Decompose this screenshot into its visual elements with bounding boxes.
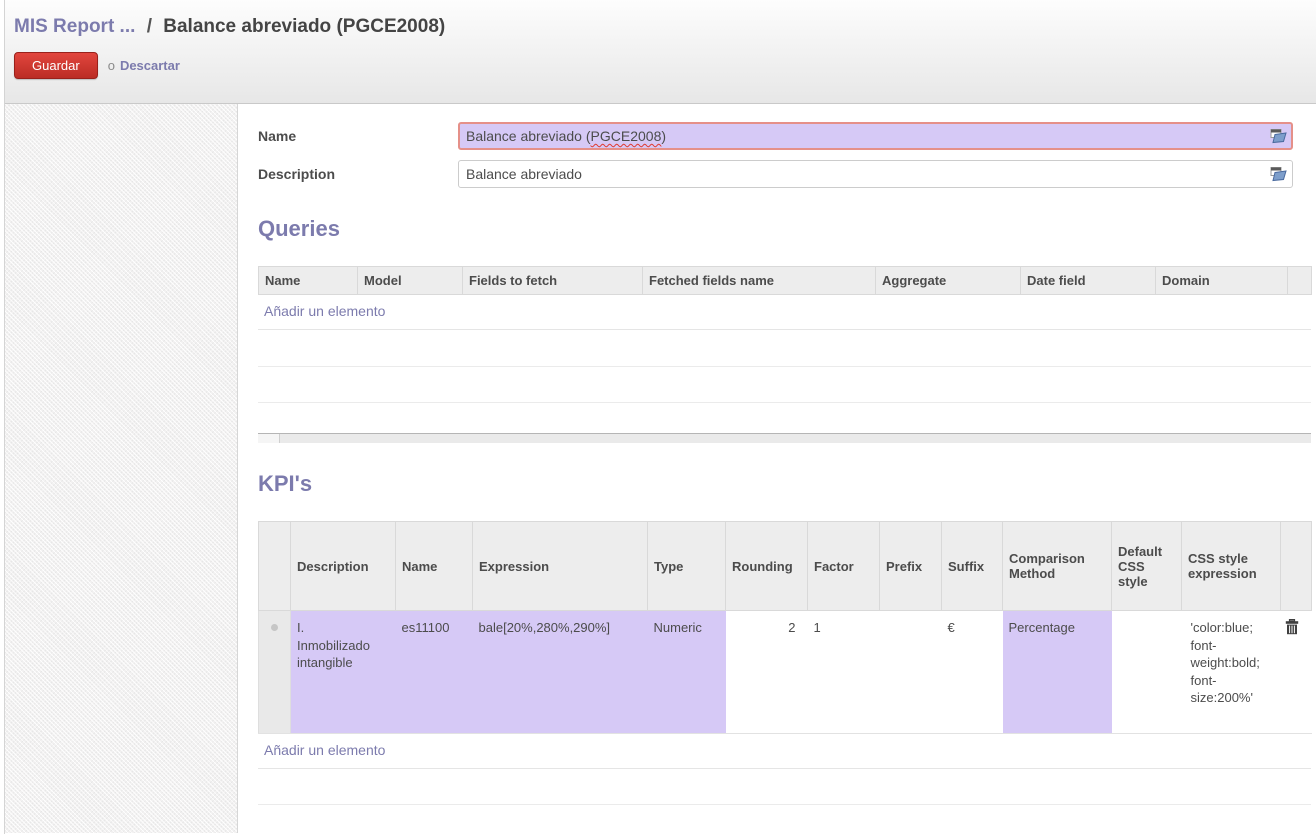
description-input[interactable] (458, 160, 1293, 188)
main-content: Name Balance abreviado (PGCE2008) Descri… (0, 104, 1316, 833)
queries-col-name: Name (259, 267, 358, 295)
queries-empty-row (258, 330, 1311, 367)
kpi-cell-default-css-style[interactable] (1112, 611, 1182, 734)
top-bar: MIS Report ... / Balance abreviado (PGCE… (0, 0, 1316, 104)
description-field-row: Description (258, 160, 1316, 188)
queries-col-date-field: Date field (1021, 267, 1156, 295)
name-value-tail: ) (661, 128, 666, 144)
kpi-cell-delete (1281, 611, 1312, 734)
kpis-col-comparison-method: Comparison Method (1003, 522, 1112, 611)
or-label: o (108, 58, 115, 73)
kpis-col-handle (259, 522, 291, 611)
breadcrumb: MIS Report ... / Balance abreviado (PGCE… (14, 0, 1316, 38)
kpis-add-element-link[interactable]: Añadir un elemento (258, 734, 1311, 769)
scrollbar-thumb[interactable] (258, 434, 280, 443)
kpis-col-prefix: Prefix (880, 522, 942, 611)
kpis-col-delete (1281, 522, 1312, 611)
kpis-col-suffix: Suffix (942, 522, 1003, 611)
kpi-cell-name[interactable]: es11100 (396, 611, 473, 734)
discard-link[interactable]: Descartar (120, 58, 180, 73)
description-label: Description (258, 166, 458, 182)
kpi-cell-comparison-method[interactable]: Percentage (1003, 611, 1112, 734)
kpis-col-description: Description (291, 522, 396, 611)
name-value-misspelled: PGCE2008 (591, 128, 662, 144)
kpis-col-type: Type (648, 522, 726, 611)
description-input-wrap (458, 160, 1293, 188)
trash-icon (1285, 619, 1299, 635)
queries-col-domain: Domain (1156, 267, 1288, 295)
kpi-cell-suffix[interactable]: € (942, 611, 1003, 734)
kpi-cell-factor[interactable]: 1 (808, 611, 880, 734)
save-button[interactable]: Guardar (14, 52, 98, 79)
page-title: Balance abreviado (PGCE2008) (163, 16, 445, 37)
name-label: Name (258, 128, 458, 144)
drag-dot-icon (271, 624, 278, 631)
name-value-head: Balance abreviado ( (466, 128, 591, 144)
queries-empty-row (258, 367, 1311, 403)
queries-col-aggregate: Aggregate (876, 267, 1021, 295)
row-drag-handle[interactable] (259, 611, 291, 734)
kpis-col-rounding: Rounding (726, 522, 808, 611)
queries-section-title: Queries (258, 216, 1316, 242)
kpi-cell-expression[interactable]: bale[20%,280%,290%] (473, 611, 648, 734)
kpis-header-row: Description Name Expression Type Roundin… (259, 522, 1312, 611)
kpi-cell-description[interactable]: I. Inmobilizado intangible (291, 611, 396, 734)
kpi-cell-type[interactable]: Numeric (648, 611, 726, 734)
queries-header-row: Name Model Fields to fetch Fetched field… (259, 267, 1312, 295)
form-sheet: Name Balance abreviado (PGCE2008) Descri… (238, 104, 1316, 833)
queries-col-fetched-fields-name: Fetched fields name (643, 267, 876, 295)
kpis-empty-row (258, 769, 1311, 805)
kpis-col-expression: Expression (473, 522, 648, 611)
kpis-spacer (258, 805, 1311, 833)
kpis-section-title: KPI's (258, 471, 1316, 497)
queries-col-model: Model (358, 267, 463, 295)
translate-icon[interactable] (1270, 129, 1287, 144)
window-left-edge (0, 0, 5, 834)
action-row: Guardar o Descartar (14, 52, 1316, 79)
queries-horizontal-scrollbar[interactable] (258, 433, 1311, 443)
kpis-col-factor: Factor (808, 522, 880, 611)
queries-col-end (1288, 267, 1312, 295)
name-input-wrap: Balance abreviado (PGCE2008) (458, 122, 1293, 150)
queries-col-fields-to-fetch: Fields to fetch (463, 267, 643, 295)
kpis-col-name: Name (396, 522, 473, 611)
breadcrumb-separator: / (141, 16, 158, 37)
kpis-col-css-style-expression: CSS style expression (1182, 522, 1281, 611)
kpis-table: Description Name Expression Type Roundin… (258, 521, 1312, 734)
name-input[interactable]: Balance abreviado (PGCE2008) (458, 122, 1293, 150)
queries-table: Name Model Fields to fetch Fetched field… (258, 266, 1312, 295)
kpi-cell-css-style-expression[interactable]: 'color:blue; font-weight:bold; font-size… (1182, 611, 1281, 734)
queries-add-element-link[interactable]: Añadir un elemento (258, 295, 1311, 330)
kpi-table-row: I. Inmobilizado intangible es11100 bale[… (259, 611, 1312, 734)
kpi-cell-rounding[interactable]: 2 (726, 611, 808, 734)
translate-icon[interactable] (1270, 167, 1287, 182)
queries-spacer (258, 403, 1311, 433)
left-panel (0, 104, 238, 833)
kpi-cell-prefix[interactable] (880, 611, 942, 734)
name-field-row: Name Balance abreviado (PGCE2008) (258, 122, 1316, 150)
kpis-col-default-css-style: Default CSS style (1112, 522, 1182, 611)
breadcrumb-parent-link[interactable]: MIS Report ... (14, 16, 135, 37)
delete-row-button[interactable] (1285, 619, 1299, 635)
